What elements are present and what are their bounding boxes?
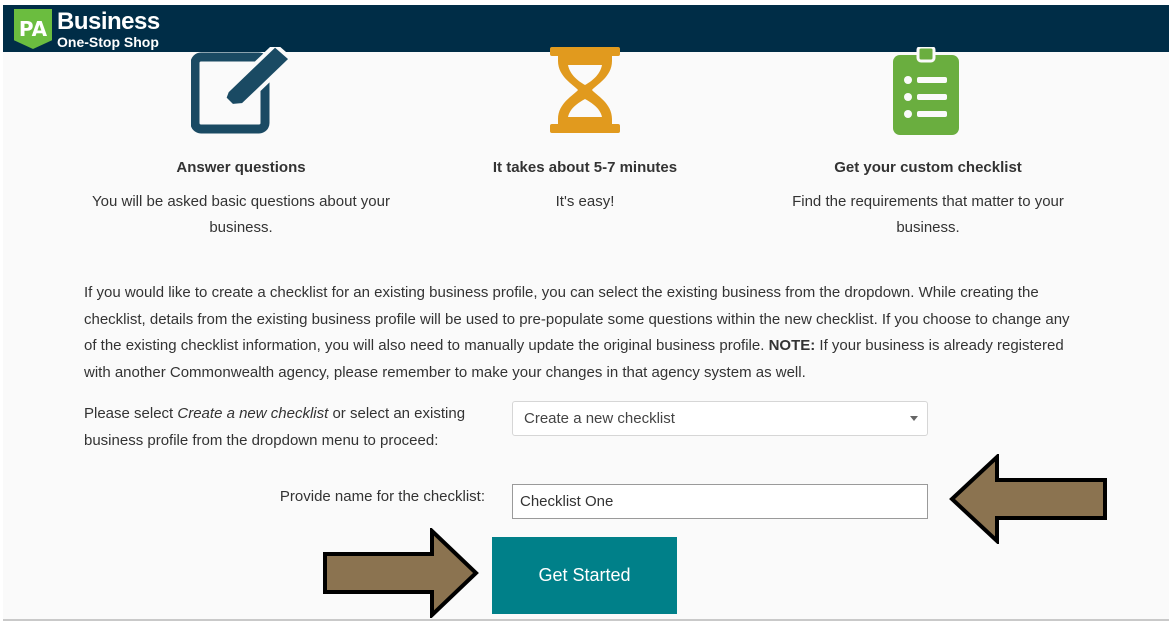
intro-paragraph: If you would like to create a checklist … — [84, 280, 1084, 386]
pa-keystone-badge: PA — [14, 9, 52, 49]
step-description: Find the requirements that matter to you… — [792, 193, 1064, 236]
hourglass-icon — [550, 47, 620, 133]
arrow-right-icon — [323, 528, 479, 618]
edit-icon — [191, 47, 293, 134]
step-time-estimate: It takes about 5-7 minutes It's easy! — [427, 5, 743, 245]
step-description: It's easy! — [555, 193, 615, 210]
step-title: It takes about 5-7 minutes — [492, 159, 678, 176]
checklist-name-input[interactable] — [512, 484, 928, 519]
step-title: Answer questions — [176, 159, 306, 176]
label-emphasis: Create a new checklist — [177, 405, 329, 422]
page-frame: PA Business One-Stop Shop Answer questio… — [3, 5, 1169, 621]
step-description: You will be asked basic questions about … — [92, 193, 390, 236]
clipboard-checklist-icon — [893, 47, 959, 135]
step-answer-questions: Answer questions You will be asked basic… — [83, 5, 399, 245]
dropdown-selected-value: Create a new checklist — [524, 410, 675, 427]
label-prefix: Please select — [84, 405, 174, 422]
step-title: Get your custom checklist — [834, 159, 1022, 176]
get-started-button[interactable]: Get Started — [492, 537, 677, 614]
caret-down-icon — [910, 416, 918, 421]
arrow-left-icon — [949, 454, 1107, 544]
business-profile-dropdown[interactable]: Create a new checklist — [512, 401, 928, 436]
checklist-name-label: Provide name for the checklist: — [279, 488, 485, 505]
note-label: NOTE: — [768, 337, 816, 354]
step-custom-checklist: Get your custom checklist Find the requi… — [770, 5, 1086, 245]
profile-select-label: Please select Create a new checklist or … — [84, 401, 484, 454]
